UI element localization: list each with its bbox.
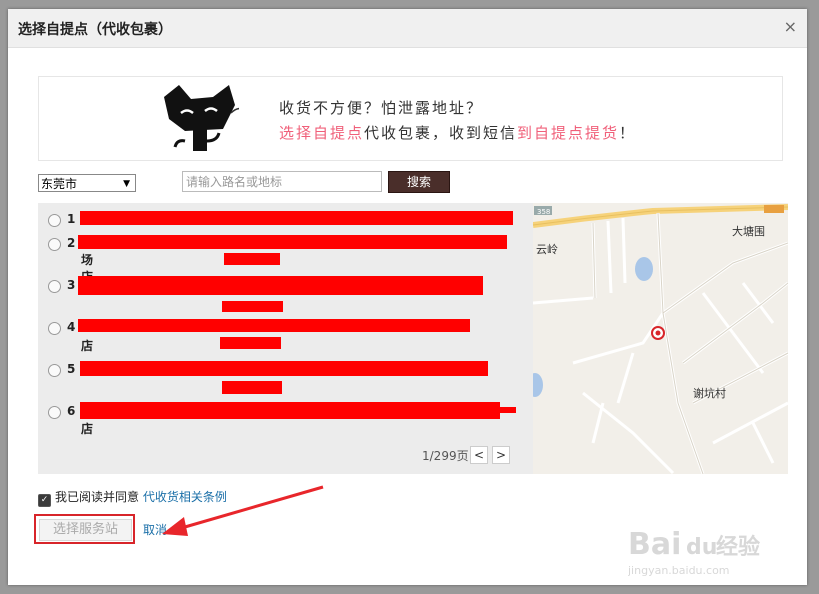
select-station-label: 选择服务站 [39,519,132,541]
prev-page-button[interactable]: < [470,446,488,464]
red-arrow-annotation [162,485,324,536]
item-number: 6 [67,404,76,418]
banner-pink-2: 到自提点提货 [517,124,620,142]
select-pickup-dialog: 选择自提点（代收包裹） × 收货不方便？怕泄露地址？ 选择自提点代收包裹，收到短… [8,9,807,585]
pickup-list-panel: 1 2 场店 3 4 店 5 [38,203,788,474]
map-roads: 358 大塘围 谢坑村 云岭 [533,203,788,474]
radio-button[interactable] [48,280,61,293]
redacted-phone [222,381,282,394]
item-number: 4 [67,320,76,334]
close-icon[interactable]: × [784,17,797,36]
city-value: 东莞市 [41,177,78,191]
item-subtext: 店 [81,422,94,436]
road-number: 358 [537,208,550,216]
banner-pink-1: 选择自提点 [279,124,365,142]
next-page-button[interactable]: > [492,446,510,464]
redacted-address [78,276,483,295]
radio-button[interactable] [48,238,61,251]
redacted-address [80,402,500,419]
redacted-address [80,211,513,225]
dialog-titlebar: 选择自提点（代收包裹） × [8,9,807,48]
tmall-cat-icon [164,85,239,151]
redacted-address [80,361,488,376]
map-label: 谢坑村 [693,386,726,400]
watermark-url: jingyan.baidu.com [628,564,730,577]
promo-banner: 收货不方便？怕泄露地址？ 选择自提点代收包裹，收到短信到自提点提货！ [38,76,783,161]
watermark-brand-cn: 经验 [716,534,760,560]
radio-button[interactable] [48,214,61,227]
item-number: 3 [67,278,76,292]
chevron-down-icon: ▼ [123,179,130,189]
redacted-phone [222,301,283,312]
redacted-phone [224,253,280,265]
map-label: 云岭 [536,242,558,256]
banner-text-2: 代收包裹，收到短信 [364,124,518,142]
banner-text-3: ！ [619,124,637,142]
redacted-address [78,319,470,332]
radio-button[interactable] [48,322,61,335]
redacted-address-tail [500,407,516,413]
page-indicator: 1/299页 [422,449,469,463]
map-view[interactable]: 358 大塘围 谢坑村 云岭 [533,203,788,474]
radio-button[interactable] [48,406,61,419]
radio-button[interactable] [48,364,61,377]
item-number: 5 [67,362,76,376]
dialog-title: 选择自提点（代收包裹） [18,22,172,38]
watermark-brand: Bai [628,527,681,562]
banner-line-1: 收货不方便？怕泄露地址？ [279,99,484,117]
item-number: 1 [67,212,76,226]
watermark-brand-2: du [686,535,717,560]
item-number: 2 [67,236,76,250]
map-label: 大塘围 [732,224,765,238]
banner-line-2: 选择自提点代收包裹，收到短信到自提点提货！ [279,122,636,143]
agree-text: 我已阅读并同意 [55,490,140,504]
redacted-phone [220,337,281,349]
baidu-jingyan-watermark: Bai du 经验 jingyan.baidu.com [627,524,778,583]
search-button[interactable]: 搜索 [388,171,450,193]
item-subtext: 店 [81,339,94,353]
agree-checkbox[interactable]: ✓ [38,494,51,507]
search-input[interactable]: 请输入路名或地标 [182,171,382,192]
select-station-button[interactable]: 选择服务站 [34,514,135,544]
city-select[interactable]: 东莞市 ▼ [38,174,136,192]
redacted-address [78,235,507,249]
